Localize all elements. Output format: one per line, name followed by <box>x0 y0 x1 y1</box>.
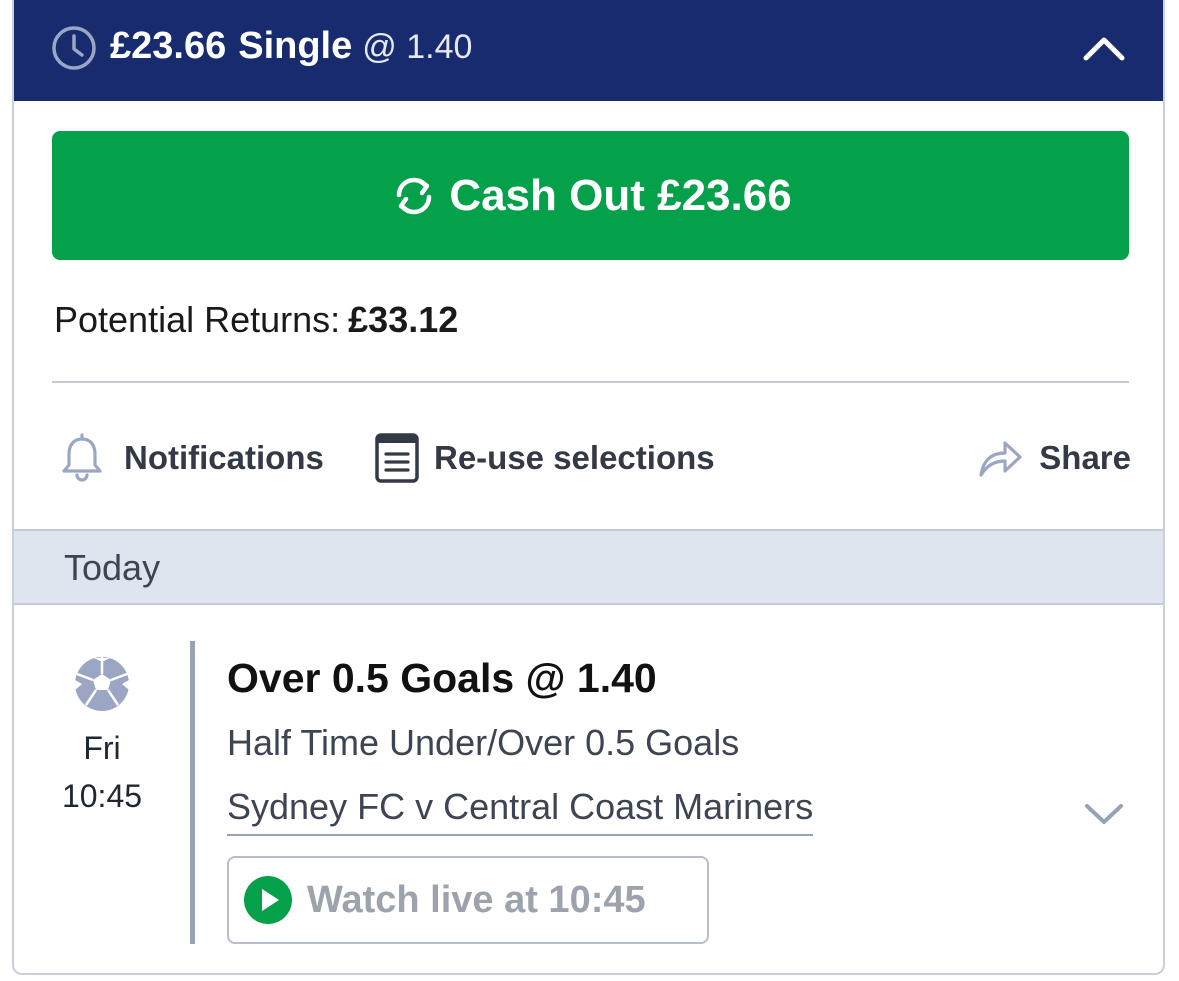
bet-actions: Notifications Re-use selections Share <box>14 420 1163 496</box>
potential-returns-label: Potential Returns: <box>54 299 341 340</box>
document-list-icon <box>375 433 419 483</box>
event-time: 10:45 <box>61 778 143 814</box>
bet-card: £23.66 Single @ 1.40 Cash Out £23.66 Poten… <box>12 0 1165 975</box>
selection-vertical-line <box>190 641 195 944</box>
watch-live-label: Watch live at 10:45 <box>307 878 646 921</box>
bet-odds: @ 1.40 <box>362 28 473 66</box>
clock-icon <box>52 26 96 70</box>
event-time-column: Fri 10:45 <box>50 652 154 820</box>
bet-type: Single <box>238 25 353 67</box>
share-arrow-icon <box>979 441 1022 477</box>
share-label: Share <box>1039 439 1131 476</box>
chevron-up-icon[interactable] <box>1081 28 1127 68</box>
cash-out-label: Cash Out £23.66 <box>449 170 792 220</box>
selection-title: Over 0.5 Goals @ 1.40 <box>227 655 657 701</box>
notifications-button[interactable]: Notifications <box>58 420 324 496</box>
football-icon <box>75 657 129 711</box>
date-label: Today <box>64 547 161 588</box>
chevron-down-icon[interactable] <box>1083 796 1125 830</box>
reuse-selections-label: Re-use selections <box>434 439 715 476</box>
bet-stake: £23.66 <box>110 25 227 67</box>
watch-live-button[interactable]: Watch live at 10:45 <box>227 856 709 944</box>
selection-market: Half Time Under/Over 0.5 Goals <box>227 722 740 763</box>
share-button[interactable]: Share <box>977 420 1131 496</box>
bet-header[interactable]: £23.66 Single @ 1.40 <box>14 0 1163 101</box>
date-section-header: Today <box>14 529 1163 605</box>
notifications-label: Notifications <box>124 439 324 476</box>
bet-summary: £23.66 Single @ 1.40 <box>110 20 472 72</box>
reuse-selections-button[interactable]: Re-use selections <box>374 420 715 496</box>
potential-returns-amount: £33.12 <box>348 299 459 340</box>
bell-icon <box>62 433 102 482</box>
refresh-icon <box>397 177 432 214</box>
play-icon <box>244 876 292 924</box>
cash-out-button[interactable]: Cash Out £23.66 <box>52 131 1129 260</box>
potential-returns: Potential Returns: £33.12 <box>54 296 458 344</box>
divider <box>52 381 1129 383</box>
event-link[interactable]: Sydney FC v Central Coast Mariners <box>227 782 814 836</box>
event-day: Fri <box>83 730 121 766</box>
